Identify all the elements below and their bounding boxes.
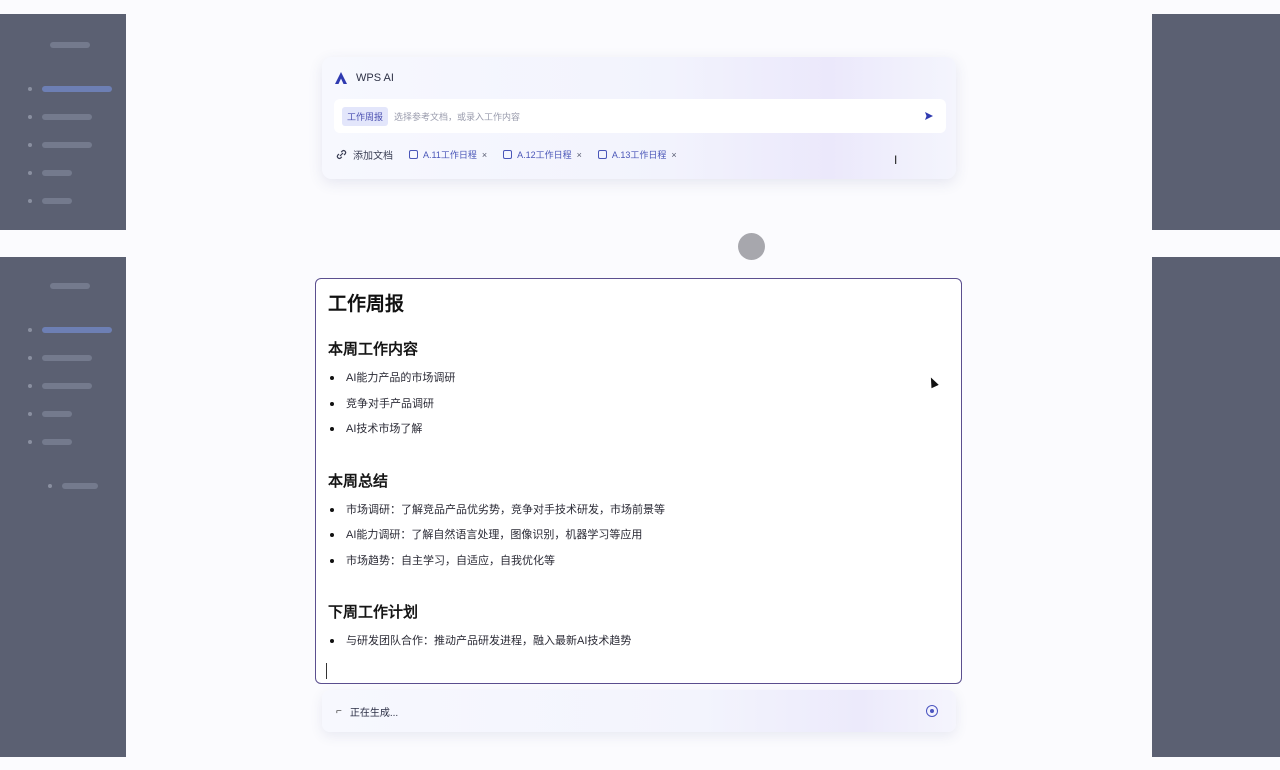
list-item: 与研发团队合作：推动产品研发进程，融入最新AI技术趋势	[328, 634, 949, 660]
prompt-type-tag[interactable]: 工作周报	[342, 106, 389, 126]
attached-file-chip[interactable]: A.11工作日程 ×	[409, 148, 487, 161]
section-heading: 本周总结	[328, 472, 389, 490]
left-sidebar-top	[0, 14, 126, 230]
left-sidebar-bottom	[0, 257, 126, 757]
attached-file-name: A.12工作日程	[517, 150, 572, 160]
text-cursor-icon: I	[894, 153, 898, 167]
remove-file-icon[interactable]: ×	[671, 150, 676, 160]
prompt-placeholder: 选择参考文档，或录入工作内容	[394, 111, 521, 122]
sidebar-blur-row	[28, 168, 72, 178]
right-panel-top	[1152, 14, 1280, 230]
stop-icon	[930, 709, 934, 713]
list-item: AI能力调研：了解自然语言处理，图像识别，机器学习等应用	[328, 528, 949, 554]
link-icon	[336, 150, 347, 159]
ai-panel-header: WPS AI	[334, 71, 394, 85]
add-document-label: 添加文档	[353, 151, 393, 162]
drag-handle[interactable]	[738, 233, 765, 260]
sidebar-blur-row	[28, 325, 112, 335]
attached-files-row: 添加文档 A.11工作日程 × A.12工作日程 × A.13工作日程 ×	[336, 147, 677, 162]
sidebar-blur-row	[28, 196, 72, 206]
stop-generation-button[interactable]	[926, 705, 938, 717]
list-item: 市场调研：了解竞品产品优劣势，竞争对手技术研发，市场前景等	[328, 503, 949, 529]
attached-file-chip[interactable]: A.12工作日程 ×	[503, 148, 582, 161]
sidebar-blur-row	[48, 481, 98, 491]
sidebar-blur-row	[28, 381, 92, 391]
sidebar-blur-row	[28, 353, 92, 363]
section-list: 市场调研：了解竞品产品优劣势，竞争对手技术研发，市场前景等 AI能力调研：了解自…	[328, 503, 949, 580]
list-item: 竞争对手产品调研	[328, 397, 949, 423]
section-list: 与研发团队合作：推动产品研发进程，融入最新AI技术趋势	[328, 634, 949, 660]
section-heading: 本周工作内容	[328, 341, 419, 358]
sidebar-blur-row	[28, 437, 72, 447]
right-panel-bottom	[1152, 257, 1280, 757]
list-item: AI技术市场了解	[328, 422, 949, 448]
sidebar-blur-row	[28, 112, 92, 122]
section-heading: 下周工作计划	[328, 604, 419, 621]
wps-ai-logo-icon	[335, 72, 347, 84]
sidebar-blur-row	[50, 281, 90, 291]
document-editor[interactable]: 工作周报 本周工作内容 AI能力产品的市场调研 竞争对手产品调研 AI技术市场了…	[315, 278, 962, 684]
remove-file-icon[interactable]: ×	[577, 150, 582, 160]
attached-file-name: A.11工作日程	[423, 150, 477, 160]
sidebar-blur-row	[28, 140, 92, 150]
text-caret	[326, 663, 327, 679]
remove-file-icon[interactable]: ×	[482, 150, 487, 160]
send-icon[interactable]	[924, 111, 934, 121]
list-item: 市场趋势：自主学习，自适应，自我优化等	[328, 554, 949, 580]
generation-status-text: 正在生成...	[349, 707, 399, 719]
generation-status-bar: ⌐ 正在生成...	[322, 690, 956, 732]
sidebar-blur-row	[28, 84, 112, 94]
ai-prompt-input[interactable]: 工作周报 选择参考文档，或录入工作内容	[334, 99, 946, 133]
document-icon	[409, 150, 418, 159]
document-icon	[597, 150, 607, 159]
loading-spinner-icon: ⌐	[336, 705, 342, 717]
wps-ai-panel: WPS AI 工作周报 选择参考文档，或录入工作内容 添加文档 A.11工作日程…	[322, 57, 956, 179]
attached-file-chip[interactable]: A.13工作日程 ×	[597, 148, 677, 161]
ai-panel-title: WPS AI	[356, 72, 394, 84]
sidebar-blur-row	[50, 40, 90, 50]
document-icon	[503, 150, 513, 159]
list-item: AI能力产品的市场调研	[328, 371, 949, 397]
add-document-button[interactable]: 添加文档	[336, 147, 393, 162]
document-title: 工作周报	[328, 294, 405, 315]
section-list: AI能力产品的市场调研 竞争对手产品调研 AI技术市场了解	[328, 371, 949, 448]
sidebar-blur-row	[28, 409, 72, 419]
attached-file-name: A.13工作日程	[611, 150, 667, 160]
